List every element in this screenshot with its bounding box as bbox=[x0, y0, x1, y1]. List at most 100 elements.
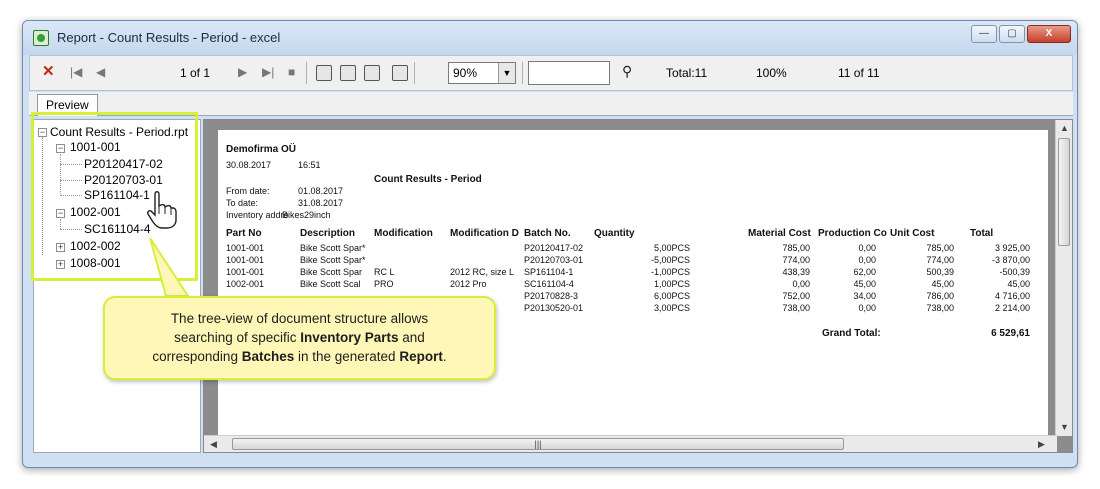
print-setup-icon[interactable] bbox=[340, 65, 356, 81]
table-cell: 45,00 bbox=[1007, 279, 1030, 289]
to-label: To date: bbox=[226, 198, 259, 208]
last-page-icon[interactable]: ▶| bbox=[262, 65, 274, 79]
first-page-icon[interactable]: |◀ bbox=[70, 65, 82, 79]
minimize-button[interactable]: — bbox=[971, 25, 997, 43]
table-cell: 0,00 bbox=[858, 243, 876, 253]
table-cell: P20120417-02 bbox=[524, 243, 584, 253]
tree-line bbox=[60, 154, 61, 194]
tree-node[interactable]: 1008-001 bbox=[70, 256, 121, 270]
callout-text: . bbox=[442, 349, 447, 364]
next-page-icon[interactable]: ▶ bbox=[238, 65, 247, 79]
table-cell: 1002-001 bbox=[226, 279, 265, 289]
maximize-button[interactable]: ▢ bbox=[999, 25, 1025, 43]
table-cell: 3,00PCS bbox=[653, 303, 690, 313]
callout-tooltip: The tree-view of document structure allo… bbox=[103, 296, 496, 380]
company-name: Demofirma OÜ bbox=[226, 144, 297, 155]
search-input[interactable] bbox=[528, 61, 610, 85]
table-cell: SC161104-4 bbox=[524, 279, 574, 289]
vertical-scrollbar[interactable]: ▲ ▼ bbox=[1055, 120, 1072, 436]
tab-preview[interactable]: Preview bbox=[37, 94, 98, 116]
col-header: Unit Cost bbox=[890, 228, 935, 239]
col-header: Total bbox=[970, 228, 994, 239]
binoculars-icon[interactable]: ⚲ bbox=[622, 63, 632, 80]
callout-line: The tree-view of document structure allo… bbox=[105, 309, 494, 328]
zoom-percent: 100% bbox=[756, 66, 787, 80]
callout-text: and bbox=[398, 330, 425, 345]
tree-leaf[interactable]: SP161104-1 bbox=[84, 188, 150, 202]
table-cell: 1,00PCS bbox=[653, 279, 690, 289]
tree-line bbox=[60, 164, 82, 165]
table-cell: SP161104-1 bbox=[524, 267, 574, 277]
scroll-left-icon[interactable]: ◀ bbox=[210, 439, 217, 450]
col-header: Modification D bbox=[450, 228, 519, 239]
print-icon[interactable] bbox=[316, 65, 332, 81]
table-cell: 1001-001 bbox=[226, 255, 265, 265]
tree-root[interactable]: Count Results - Period.rpt bbox=[50, 125, 188, 139]
tree-leaf[interactable]: SC161104-4 bbox=[84, 222, 151, 236]
collapse-icon[interactable]: − bbox=[56, 144, 65, 153]
close-report-icon[interactable]: ✕ bbox=[42, 62, 55, 80]
callout-text: in the generated bbox=[294, 349, 400, 364]
table-cell: 752,00 bbox=[782, 291, 810, 301]
collapse-icon[interactable]: − bbox=[38, 128, 47, 137]
tree-node[interactable]: 1002-002 bbox=[70, 239, 121, 253]
record-count: 11 of 11 bbox=[838, 66, 880, 80]
table-cell: P20170828-3 bbox=[524, 291, 579, 301]
vertical-scroll-thumb[interactable] bbox=[1058, 138, 1070, 246]
scroll-right-icon[interactable]: ▶ bbox=[1038, 439, 1045, 450]
table-cell: 785,00 bbox=[782, 243, 810, 253]
toolbar-separator bbox=[522, 62, 523, 84]
table-cell: 34,00 bbox=[853, 291, 876, 301]
total-count: Total:11 bbox=[666, 66, 708, 80]
table-cell: 785,00 bbox=[926, 243, 954, 253]
scroll-down-icon[interactable]: ▼ bbox=[1060, 422, 1069, 432]
expand-icon[interactable]: + bbox=[56, 243, 65, 252]
page-indicator: 1 of 1 bbox=[180, 66, 211, 80]
tree-leaf[interactable]: P20120417-02 bbox=[84, 157, 163, 171]
chevron-down-icon[interactable]: ▼ bbox=[498, 63, 515, 83]
table-cell: 500,39 bbox=[926, 267, 954, 277]
inventory-value: Bikes29inch bbox=[282, 210, 331, 220]
table-cell: 62,00 bbox=[853, 267, 876, 277]
collapse-icon[interactable]: − bbox=[56, 209, 65, 218]
table-cell: 5,00PCS bbox=[653, 243, 690, 253]
table-cell: 1001-001 bbox=[226, 243, 265, 253]
col-header: Batch No. bbox=[524, 228, 571, 239]
inventory-label: Inventory addre bbox=[226, 210, 289, 220]
tree-leaf[interactable]: P20120703-01 bbox=[84, 173, 163, 187]
tree-node[interactable]: 1002-001 bbox=[70, 205, 121, 219]
table-cell: 3 925,00 bbox=[994, 243, 1030, 253]
report-time: 16:51 bbox=[298, 160, 321, 170]
tree-toggle-icon[interactable] bbox=[392, 65, 408, 81]
col-header: Modification bbox=[374, 228, 433, 239]
prev-page-icon[interactable]: ◀ bbox=[96, 65, 105, 79]
export-icon[interactable] bbox=[364, 65, 380, 81]
col-header: Production Co bbox=[818, 228, 887, 239]
stop-icon[interactable]: ■ bbox=[288, 65, 295, 79]
expand-icon[interactable]: + bbox=[56, 260, 65, 269]
callout-emphasis: Inventory Parts bbox=[300, 330, 399, 345]
scroll-up-icon[interactable]: ▲ bbox=[1060, 123, 1069, 133]
table-cell: Bike Scott Spar bbox=[300, 267, 363, 277]
tree-line bbox=[42, 137, 43, 255]
table-cell: 786,00 bbox=[926, 291, 954, 301]
table-cell: -5,00PCS bbox=[650, 255, 690, 265]
table-cell: RC L bbox=[374, 267, 395, 277]
table-cell: 0,00 bbox=[858, 255, 876, 265]
table-cell: -3 870,00 bbox=[991, 255, 1030, 265]
tree-line bbox=[60, 195, 82, 196]
tree-node[interactable]: 1001-001 bbox=[70, 140, 121, 154]
from-value: 01.08.2017 bbox=[298, 186, 344, 196]
zoom-select[interactable]: 90% ▼ bbox=[448, 62, 516, 84]
table-cell: P20120703-01 bbox=[524, 255, 584, 265]
report-preview: Demofirma OÜ 30.08.2017 16:51 Count Resu… bbox=[203, 119, 1073, 453]
horizontal-scroll-thumb[interactable]: ||| bbox=[232, 438, 844, 450]
table-cell: P20130520-01 bbox=[524, 303, 584, 313]
table-cell: 774,00 bbox=[782, 255, 810, 265]
table-cell: 2012 RC, size L bbox=[450, 267, 515, 277]
close-button[interactable]: X bbox=[1027, 25, 1071, 43]
horizontal-scrollbar[interactable]: ◀ ||| ▶ bbox=[204, 435, 1057, 452]
report-page: Demofirma OÜ 30.08.2017 16:51 Count Resu… bbox=[218, 130, 1048, 450]
callout-line: searching of specific Inventory Parts an… bbox=[105, 328, 494, 347]
zoom-value: 90% bbox=[453, 66, 478, 80]
